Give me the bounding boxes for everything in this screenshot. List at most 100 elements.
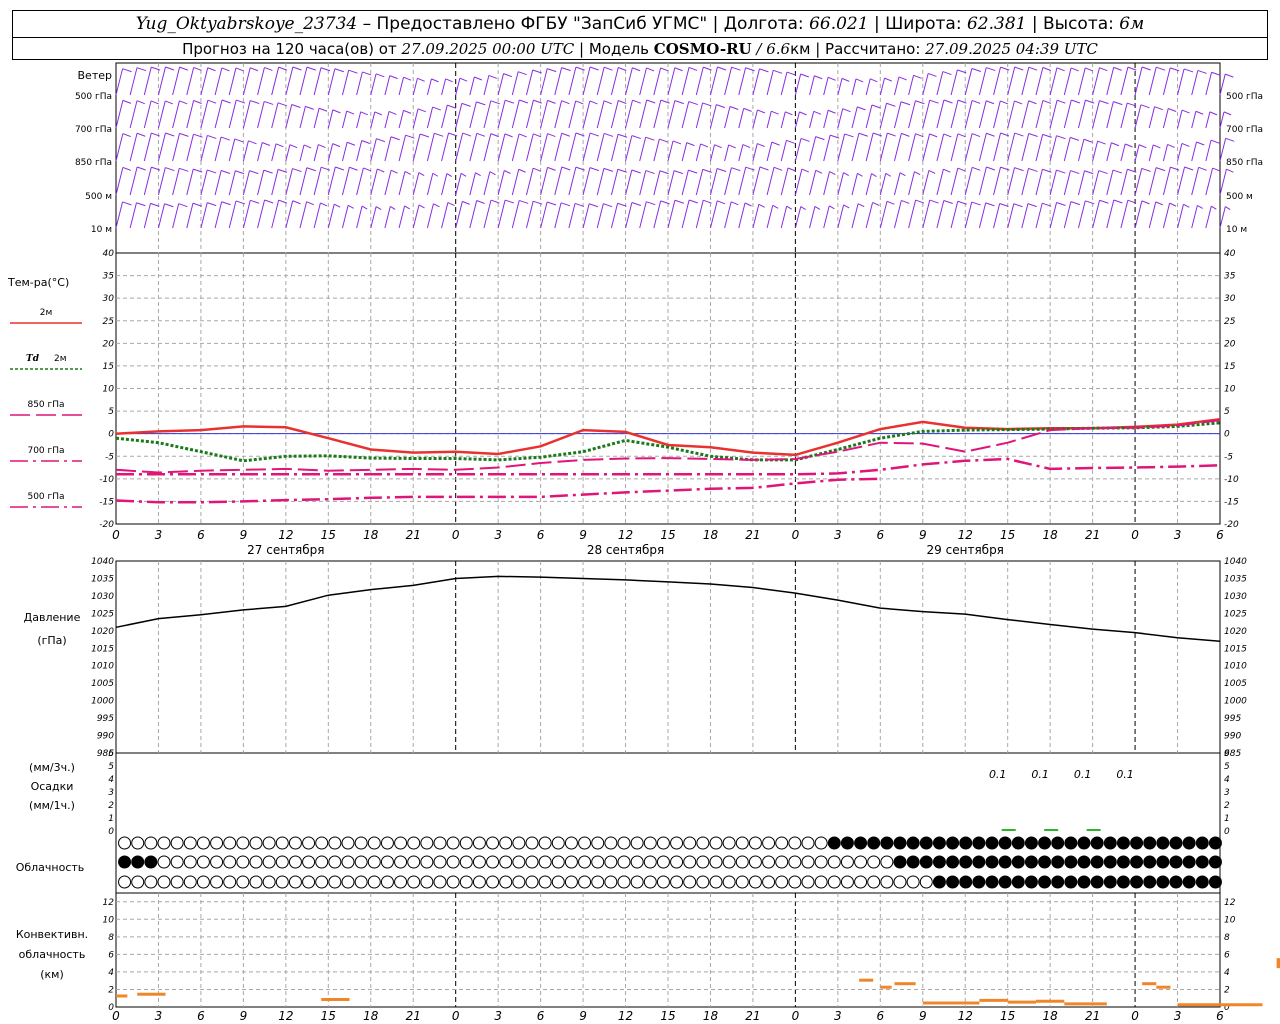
wind-barb (1077, 139, 1085, 162)
wind-barb (1162, 108, 1169, 129)
wind-barb (695, 169, 704, 196)
wind-barb-flag (1070, 170, 1080, 175)
temp-tick-right: 10 (1224, 385, 1236, 395)
wind-barb (893, 101, 902, 129)
wind-barb (681, 101, 690, 129)
wind-barb (653, 99, 662, 129)
wind-barb (865, 78, 871, 96)
time-tick-bottom: 0 (792, 1009, 800, 1023)
pressure-tick-left: 1000 (91, 697, 114, 707)
wind-barb (426, 203, 434, 229)
wind-barb (214, 170, 222, 196)
legend-label: 2м (40, 308, 53, 318)
wind-barb (115, 133, 124, 162)
date-label: 29 сентября (927, 543, 1004, 557)
wind-barb (186, 67, 195, 96)
wind-barb (1092, 100, 1100, 129)
wind-barb-flag (1211, 205, 1217, 210)
cloud-symbol (643, 875, 657, 889)
wind-barb (412, 108, 419, 129)
wind-barb-flag (801, 168, 810, 173)
cloud-label: Облачность (16, 861, 85, 874)
wind-barb-flag (884, 77, 893, 82)
wind-barb (157, 100, 166, 129)
wind-barb-flag (575, 66, 585, 71)
cloud-symbol (1143, 855, 1157, 869)
wind-barb-flag (207, 99, 217, 104)
wind-barb-flag (674, 199, 684, 204)
cloud-symbol (814, 836, 828, 850)
cloud-symbol (275, 855, 289, 869)
wind-barb-flag (842, 108, 851, 113)
cloud-symbol (762, 855, 776, 869)
wind-barb-flag (292, 168, 302, 173)
conv-label-c: (км) (40, 968, 64, 981)
cloud-symbol (1064, 855, 1078, 869)
time-tick-bottom: 18 (1043, 1009, 1059, 1023)
wind-barb (115, 167, 124, 196)
wind-barb (738, 144, 744, 162)
cloud-symbol (683, 855, 697, 869)
cloud-symbol (617, 855, 631, 869)
wind-barb-flag (1212, 167, 1221, 172)
cloud-symbol (315, 855, 329, 869)
wind-barb-flag (589, 132, 599, 137)
legend-label: 700 гПа (27, 446, 64, 456)
cloud-symbol (775, 836, 789, 850)
time-tick: 0 (1131, 528, 1139, 542)
cloud-symbol (157, 875, 171, 889)
wind-barb-flag (1141, 167, 1151, 172)
cloud-symbol (1195, 875, 1209, 889)
wind-barb (879, 173, 887, 196)
wind-barb (497, 100, 506, 129)
time-tick-bottom: 21 (406, 1009, 421, 1023)
cloud-symbol (249, 836, 263, 850)
wind-barb-flag (1027, 203, 1037, 208)
wind-barb (1049, 67, 1058, 96)
wind-barb (1134, 104, 1142, 129)
wind-barb (794, 111, 800, 129)
wind-barb-flag (1070, 136, 1080, 141)
wind-barb (851, 78, 857, 96)
wind-barb-flag (742, 144, 751, 148)
cloud-symbol (367, 855, 381, 869)
wind-barb-flag (843, 172, 849, 177)
wind-barb (469, 133, 478, 162)
wind-barb-flag (688, 199, 698, 204)
wind-barb (1219, 138, 1227, 162)
wind-barb-flag (193, 66, 202, 71)
wind-barb-flag (943, 200, 953, 204)
wind-barb-flag (914, 171, 921, 176)
wind-barb (1191, 205, 1198, 229)
wind-barb-flag (417, 108, 427, 113)
wind-barb (865, 104, 873, 129)
cloud-symbol (1169, 855, 1183, 869)
temp-tick-left: 0 (108, 430, 114, 440)
wind-barb-flag (165, 66, 175, 71)
wind-barb-flag (971, 133, 981, 138)
wind-barb (610, 169, 619, 196)
wind-barb-flag (377, 168, 385, 173)
wind-barb (993, 132, 1002, 162)
wind-barb-flag (476, 132, 486, 137)
legend-label: 500 гПа (27, 492, 64, 502)
cloud-symbol (446, 875, 460, 889)
wind-barb (157, 132, 166, 162)
time-tick-bottom: 15 (660, 1009, 675, 1023)
wind-barb (695, 102, 704, 129)
wind-barb-flag (363, 167, 372, 172)
wind-barb (271, 102, 279, 129)
wind-barb-flag (332, 109, 341, 114)
time-tick: 9 (579, 528, 587, 542)
wind-barb (327, 204, 335, 229)
wind-barb-flag (462, 200, 470, 205)
wind-barb (724, 67, 733, 96)
wind-barb-flag (518, 133, 527, 138)
wind-barb (1021, 203, 1029, 229)
wind-barb (1092, 67, 1100, 96)
wind-barb-flag (957, 133, 966, 138)
time-tick-bottom: 9 (579, 1009, 587, 1023)
cloud-symbols (118, 836, 1222, 889)
pressure-label: Давление (24, 611, 81, 624)
wind-barb-flag (716, 104, 726, 109)
